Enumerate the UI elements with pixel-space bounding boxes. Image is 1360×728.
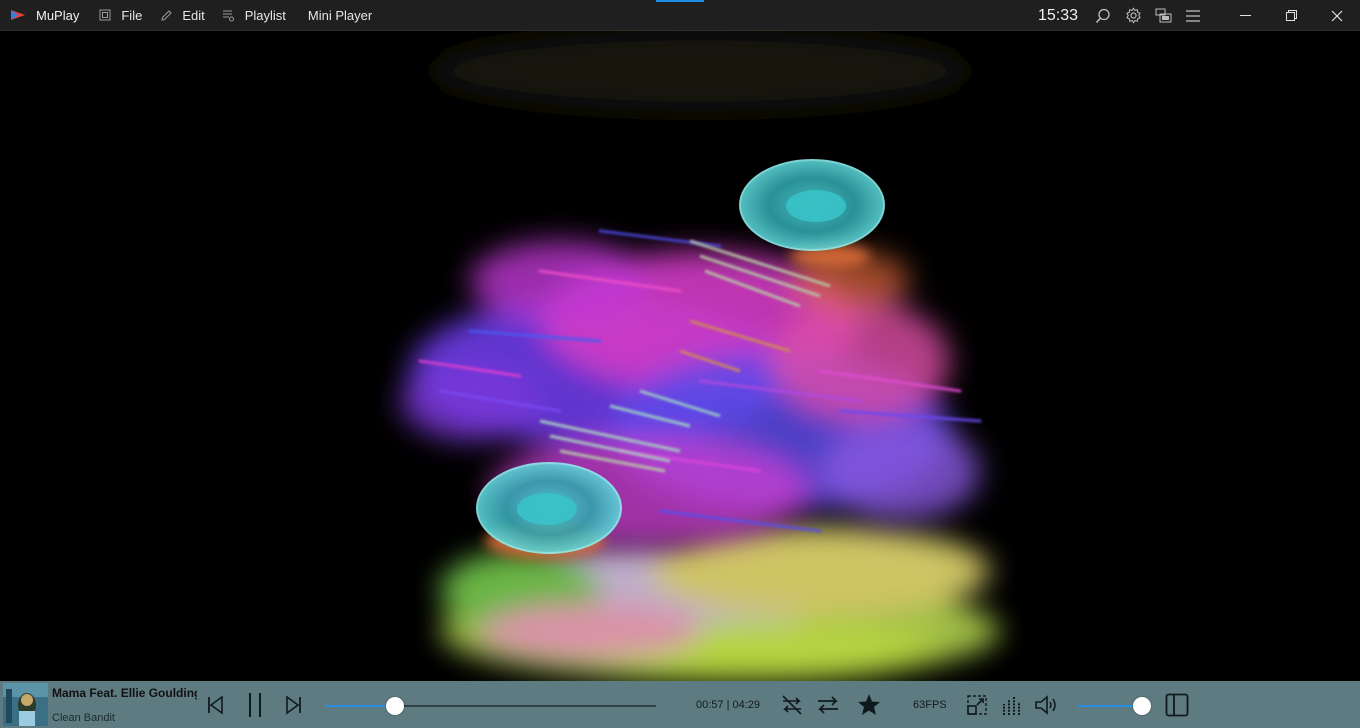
equalizer-icon [1003, 695, 1020, 715]
close-icon [1331, 10, 1343, 21]
repeat-button[interactable] [814, 681, 842, 728]
close-button[interactable] [1314, 0, 1360, 31]
minimize-icon [1239, 15, 1251, 16]
sidebar-toggle-button[interactable] [1164, 681, 1190, 728]
speaker-icon [1035, 694, 1056, 715]
volume-handle[interactable] [1133, 697, 1151, 715]
volume-slider[interactable] [1078, 697, 1151, 715]
menu-playlist-label: Playlist [244, 7, 286, 23]
menu-mini-player[interactable]: Mini Player [296, 0, 382, 31]
display-icon[interactable] [1148, 0, 1178, 31]
disc-bottom [476, 462, 622, 554]
resize-icon [967, 694, 987, 715]
menu-playlist[interactable]: Playlist [215, 0, 296, 31]
file-icon [95, 8, 115, 22]
album-cover[interactable] [3, 683, 48, 726]
seek-handle[interactable] [386, 697, 405, 715]
pause-button[interactable] [241, 681, 269, 728]
track-title: Mama Feat. Ellie Goulding [52, 686, 197, 700]
next-icon [286, 694, 301, 715]
seek-bar-fill [325, 705, 396, 707]
search-icon[interactable] [1088, 0, 1118, 31]
title-bar: MuPlay File Edit Playlist Mini Player 15… [0, 0, 1360, 31]
fullscreen-button[interactable] [964, 681, 990, 728]
restore-button[interactable] [1268, 0, 1314, 31]
fps-counter: 63FPS [913, 699, 947, 711]
app-name: MuPlay [36, 7, 80, 23]
visualizer-graphic [400, 31, 1000, 681]
disc-top [739, 159, 885, 251]
next-button[interactable] [281, 681, 307, 728]
panel-icon [1165, 693, 1189, 716]
repeat-icon [817, 695, 839, 714]
track-artist: Clean Bandit [52, 712, 115, 724]
previous-icon [208, 694, 223, 715]
repeat-off-icon [782, 694, 802, 715]
volume-button[interactable] [1033, 681, 1061, 728]
star-icon [858, 694, 880, 715]
app-logo-icon [0, 0, 36, 31]
minimize-button[interactable] [1222, 0, 1268, 31]
hamburger-icon[interactable] [1178, 0, 1208, 31]
menu-file-label: File [121, 7, 143, 23]
pause-icon [249, 692, 261, 717]
menu-mini-player-label: Mini Player [307, 7, 373, 23]
equalizer-button[interactable] [999, 681, 1025, 728]
gear-icon[interactable] [1118, 0, 1148, 31]
menu-edit-label: Edit [182, 7, 205, 23]
previous-button[interactable] [202, 681, 228, 728]
player-bar: Mama Feat. Ellie Goulding Clean Bandit 0… [0, 681, 1360, 728]
menu-edit[interactable]: Edit [152, 0, 214, 31]
visualizer-canvas[interactable] [0, 31, 1360, 681]
shuffle-off-button[interactable] [778, 681, 806, 728]
clock: 15:33 [1037, 6, 1078, 24]
active-indicator [656, 0, 704, 2]
playlist-icon [219, 8, 239, 22]
restore-icon [1285, 10, 1297, 21]
menu-file[interactable]: File [91, 0, 152, 31]
favorite-button[interactable] [855, 681, 883, 728]
seek-bar[interactable] [325, 697, 656, 715]
pencil-icon [156, 8, 176, 22]
time-display: 00:57 | 04:29 [696, 699, 761, 711]
